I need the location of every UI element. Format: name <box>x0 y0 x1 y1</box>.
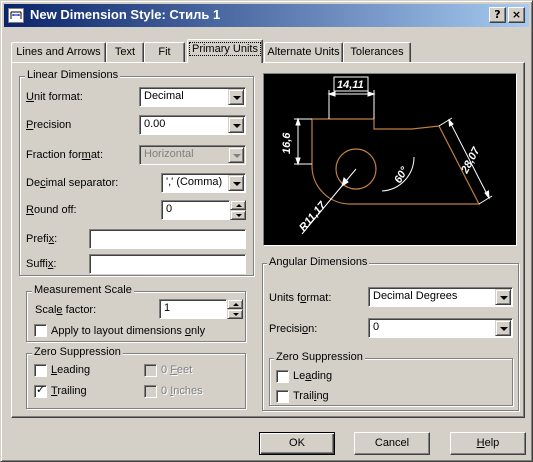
scale-factor-spinner[interactable] <box>227 299 243 319</box>
precision-select[interactable]: 0.00 <box>139 115 246 135</box>
title-bar[interactable]: New Dimension Style: Стиль 1 ? × <box>4 4 529 27</box>
ok-button[interactable]: OK <box>259 432 335 455</box>
round-off-label: Round off: <box>26 204 77 216</box>
zero-suppression-linear-label: Zero Suppression <box>32 346 123 358</box>
apply-layout-checkbox[interactable] <box>34 324 47 337</box>
suffix-input[interactable] <box>89 254 246 274</box>
tab-tolerances[interactable]: Tolerances <box>343 42 411 63</box>
prefix-label: Prefix: <box>26 233 58 245</box>
spin-up-icon[interactable] <box>227 299 243 309</box>
inches-checkbox <box>144 385 157 398</box>
apply-layout-label: Apply to layout dimensions only <box>51 325 206 337</box>
preview-label-left: 16,6 <box>281 132 293 154</box>
angular-leading-checkbox[interactable] <box>276 370 289 383</box>
help-button[interactable]: Help <box>450 432 526 455</box>
spin-down-icon[interactable] <box>230 210 246 220</box>
angular-dimensions-label: Angular Dimensions <box>267 256 370 268</box>
prefix-input[interactable] <box>89 229 246 249</box>
scale-factor-input[interactable]: 1 <box>159 299 227 319</box>
measurement-scale-label: Measurement Scale <box>32 284 134 296</box>
angular-trailing-checkbox[interactable] <box>276 390 289 403</box>
preview-label-angle: 60° <box>392 165 411 186</box>
feet-checkbox <box>144 364 157 377</box>
preview-label-top: 14,11 <box>337 79 364 91</box>
tab-primary-units[interactable]: Primary Units <box>187 39 263 63</box>
inches-label: 0 Inches <box>161 385 203 397</box>
preview-labels: 14,11 16,6 28,07 60° R11,17 <box>281 79 483 234</box>
feet-label: 0 Feet <box>161 364 193 376</box>
angular-precision-select[interactable]: 0 <box>368 318 513 338</box>
spin-down-icon[interactable] <box>227 309 243 319</box>
fraction-format-select: Horizontal <box>139 145 246 165</box>
preview-label-right: 28,07 <box>459 145 483 177</box>
spin-up-icon[interactable] <box>230 200 246 210</box>
cancel-button[interactable]: Cancel <box>354 432 430 455</box>
preview-label-radius: R11,17 <box>297 199 329 234</box>
chevron-down-icon[interactable] <box>228 117 244 133</box>
close-button[interactable]: × <box>508 7 525 23</box>
round-off-spinner[interactable] <box>230 200 246 220</box>
chevron-down-icon[interactable] <box>228 175 244 191</box>
linear-leading-checkbox[interactable] <box>34 364 47 377</box>
round-off-input[interactable]: 0 <box>161 200 230 220</box>
dimension-preview: 14,11 16,6 28,07 60° R11,17 <box>263 73 517 246</box>
chevron-down-icon[interactable] <box>495 289 511 305</box>
angular-units-format-select[interactable]: Decimal Degrees <box>368 287 513 307</box>
window-title: New Dimension Style: Стиль 1 <box>30 7 221 22</box>
fraction-format-label: Fraction format: <box>26 149 104 161</box>
tab-text[interactable]: Text <box>106 42 144 63</box>
decimal-separator-select[interactable]: ',' (Comma) <box>161 173 246 193</box>
angular-leading-label: Leading <box>293 370 333 382</box>
scale-factor-label: Scale factor: <box>35 304 97 316</box>
precision-label: Precision <box>26 119 72 131</box>
tab-alternate-units[interactable]: Alternate Units <box>264 42 343 63</box>
zero-suppression-linear-group <box>26 353 246 409</box>
angular-units-format-label: Units format: <box>269 292 332 304</box>
linear-trailing-checkbox[interactable]: ✓ <box>34 383 47 398</box>
chevron-down-icon[interactable] <box>495 320 511 336</box>
zero-suppression-angular-label: Zero Suppression <box>274 351 365 363</box>
linear-dimensions-label: Linear Dimensions <box>25 69 121 81</box>
tab-fit[interactable]: Fit <box>144 42 185 63</box>
dialog-window: New Dimension Style: Стиль 1 ? × Lines a… <box>0 0 533 462</box>
preview-drawing: 14,11 16,6 28,07 60° R11,17 <box>281 76 493 235</box>
tab-lines-and-arrows[interactable]: Lines and Arrows <box>11 42 106 63</box>
help-title-button[interactable]: ? <box>489 7 506 23</box>
chevron-down-icon <box>228 147 244 163</box>
chevron-down-icon[interactable] <box>228 89 244 105</box>
angular-precision-label: Precision: <box>269 323 318 335</box>
checkmark-icon: ✓ <box>36 383 46 396</box>
linear-leading-label: Leading <box>51 364 91 376</box>
unit-format-select[interactable]: Decimal <box>139 87 246 107</box>
angular-trailing-label: Trailing <box>293 390 329 402</box>
dimension-style-icon <box>8 8 24 23</box>
unit-format-label: Unit format: <box>26 91 83 103</box>
suffix-label: Suffix: <box>26 258 57 270</box>
linear-trailing-label: Trailing <box>51 385 87 397</box>
decimal-separator-label: Decimal separator: <box>26 177 119 189</box>
